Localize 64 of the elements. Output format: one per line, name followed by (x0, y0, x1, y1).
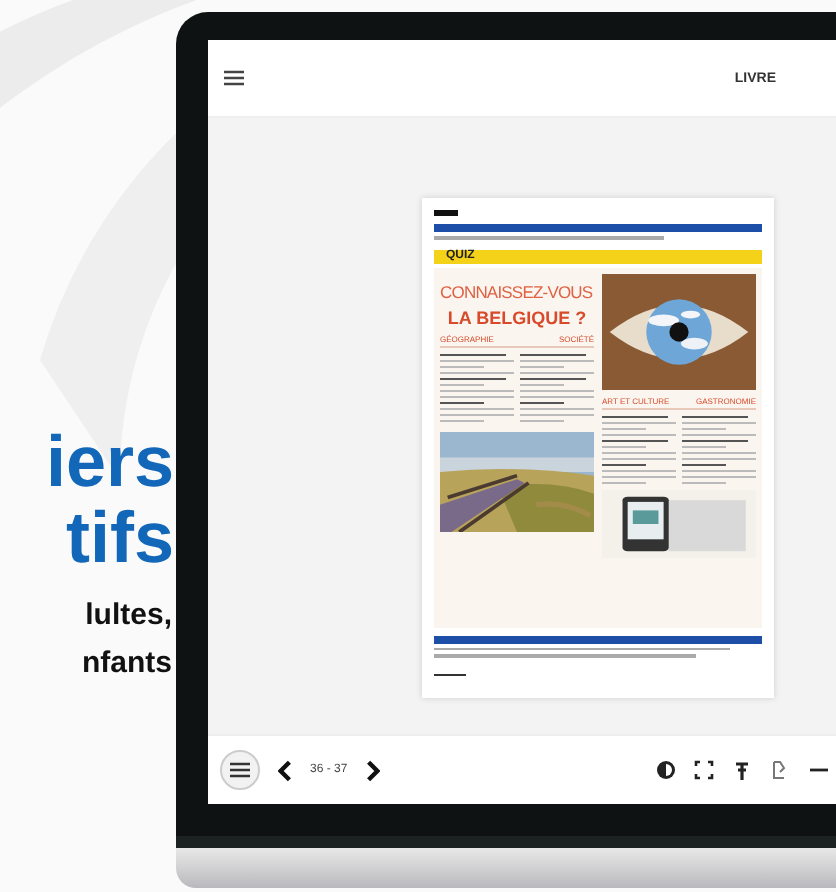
text-line (440, 353, 507, 355)
text-line (520, 413, 594, 415)
text-line (440, 359, 514, 361)
text-line (682, 415, 749, 417)
text-line (682, 463, 727, 465)
text-line (520, 401, 565, 403)
text-line (682, 475, 756, 477)
text-line (520, 419, 565, 421)
text-line (602, 475, 676, 477)
text-line (520, 371, 594, 373)
text-line (602, 421, 676, 423)
text-line (440, 395, 514, 397)
text-line (520, 407, 594, 409)
list-icon (230, 760, 250, 780)
text-line (602, 439, 669, 441)
quiz-title: CONNAISSEZ-VOUS (440, 281, 594, 301)
text-line (440, 365, 485, 367)
text-line (602, 433, 676, 435)
text-line (602, 481, 647, 483)
text-line (520, 383, 565, 385)
next-icon[interactable] (365, 759, 380, 781)
text-line (520, 353, 587, 355)
text-line (602, 415, 669, 417)
text-line (602, 427, 647, 429)
quiz-subtitle: LA BELGIQUE ? (445, 307, 589, 327)
pin-icon[interactable] (732, 760, 752, 780)
contents-button[interactable] (220, 750, 260, 790)
text-line (682, 427, 727, 429)
text-line (440, 419, 485, 421)
text-line (440, 383, 485, 385)
text-line (440, 401, 485, 403)
headline-text: tifs (66, 500, 176, 576)
text-line (602, 463, 647, 465)
text-line (520, 395, 594, 397)
menu-icon[interactable] (224, 68, 244, 88)
text-line (682, 457, 756, 459)
text-line (682, 421, 756, 423)
text-line (602, 451, 676, 453)
previous-icon[interactable] (278, 759, 292, 781)
page-tag (434, 210, 458, 216)
text-line (440, 371, 514, 373)
text-line (602, 457, 676, 459)
text-line (682, 433, 756, 435)
text-line (520, 389, 594, 391)
text-line (682, 469, 756, 471)
fullscreen-icon[interactable] (694, 760, 714, 780)
headline-text: iers (45, 424, 176, 500)
text-line (520, 359, 594, 361)
subline-text: lultes, (85, 596, 174, 636)
text-line (520, 377, 587, 379)
text-line (440, 413, 514, 415)
text-line (682, 481, 727, 483)
text-line (440, 389, 514, 391)
contrast-icon[interactable] (656, 760, 676, 780)
text-line (602, 445, 647, 447)
text-line (602, 469, 676, 471)
text-line (682, 451, 756, 453)
text-line (682, 439, 749, 441)
text-line (520, 365, 565, 367)
text-line (440, 407, 514, 409)
subline-text: nfants (82, 644, 174, 684)
text-line (434, 673, 467, 676)
text-line (440, 377, 507, 379)
text-line (682, 445, 727, 447)
